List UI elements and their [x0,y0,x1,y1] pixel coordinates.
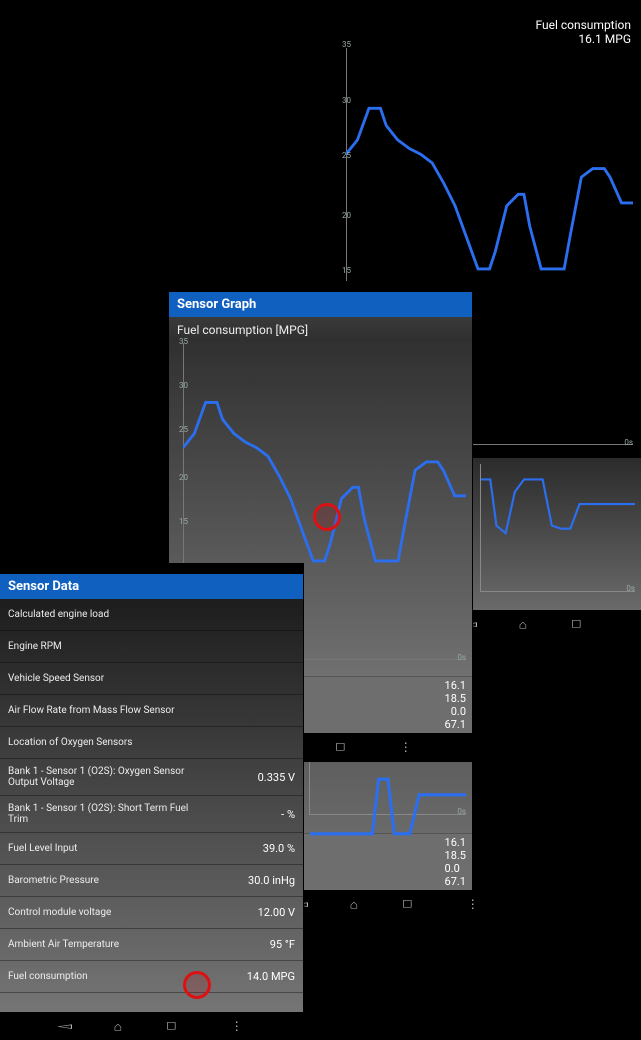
sensor-value: 0.335 V [258,771,295,784]
sensor-data-list[interactable]: Calculated engine load Engine RPM Vehicle … [0,599,303,1012]
sensor-label: Air Flow Rate from Mass Flow Sensor [8,705,175,716]
overflow-icon[interactable]: ⋮ [636,622,641,626]
sensor-value: 30.0 inHg [248,874,295,887]
sensor-label: Bank 1 - Sensor 1 (O2S): Short Term Fuel… [8,803,198,825]
sensor-row[interactable]: Barometric Pressure 30.0 inHg [0,865,303,897]
recents-icon[interactable] [402,898,403,910]
sensor-graph-title: Sensor Graph [169,292,472,317]
sensor-label: Ambient Air Temperature [8,939,119,950]
stat-value: 16.1 [445,679,466,692]
sensor-label: Fuel Level Input [8,843,77,854]
sensor-row[interactable]: Bank 1 - Sensor 1 (O2S): Short Term Fuel… [0,796,303,833]
fuel-chart-screen-mini: 0s ⋮ [472,458,641,638]
sensor-data-screen: Sensor Data Calculated engine load Engine… [0,564,303,1040]
stat-avg: 18.5 [445,692,466,705]
sensor-row[interactable]: Ambient Air Temperature 95 °F [0,929,303,961]
home-icon[interactable] [350,897,358,911]
stat-min: 0.0 [445,705,466,718]
sensor-label: Calculated engine load [8,609,109,620]
sensor-label: Fuel consumption [8,971,88,982]
sensor-row[interactable]: Air Flow Rate from Mass Flow Sensor [0,695,303,727]
status-bar [169,282,472,292]
recents-icon[interactable] [335,741,336,753]
x-tick-end: 0s [626,584,635,593]
sensor-value: - % [281,808,295,821]
home-icon[interactable] [114,1019,122,1033]
status-bar [338,0,641,14]
chart-current-value: 16.1 MPG [348,32,631,46]
chart-line [481,464,635,618]
android-nav-bar: ⋮ [0,1012,303,1040]
recents-icon[interactable] [571,618,572,630]
chart-title: Fuel consumption [348,18,631,32]
sensor-row[interactable]: Bank 1 - Sensor 1 (O2S): Oxygen Sensor O… [0,759,303,796]
sensor-row[interactable]: Engine RPM [0,631,303,663]
x-tick-end: 0s [457,653,466,662]
sensor-row[interactable]: Calculated engine load [0,599,303,631]
sensor-value: 14.0 MPG [247,970,295,983]
status-bar [0,564,303,574]
sensor-row[interactable]: Vehicle Speed Sensor [0,663,303,695]
sensor-label: Barometric Pressure [8,875,99,886]
sensor-row[interactable]: Location of Oxygen Sensors [0,727,303,759]
chart-header: Fuel consumption 16.1 MPG [338,14,641,48]
x-tick-end: 0s [624,438,633,447]
sensor-value: 95 °F [270,938,295,951]
overflow-icon[interactable]: ⋮ [231,1024,243,1028]
sensor-row[interactable]: Fuel consumption 14.0 MPG [0,961,303,993]
sensor-value: 39.0 % [263,842,295,855]
sensor-row[interactable]: Fuel Level Input 39.0 % [0,833,303,865]
sensor-row[interactable]: Control module voltage 12.00 V [0,897,303,929]
stat-max: 67.1 [445,718,466,731]
sensor-label: Engine RPM [8,641,62,652]
overflow-icon[interactable]: ⋮ [400,745,412,749]
sensor-label: Vehicle Speed Sensor [8,673,104,684]
sensor-label: Bank 1 - Sensor 1 (O2S): Oxygen Sensor O… [8,766,198,788]
back-icon[interactable] [57,1021,72,1032]
chart-line [310,748,466,904]
mini-chart[interactable]: 0s [472,458,641,610]
sensor-label: Location of Oxygen Sensors [8,737,132,748]
sensor-label: Control module voltage [8,907,111,918]
sensor-data-title: Sensor Data [0,574,303,599]
home-icon[interactable] [519,617,527,631]
overflow-icon[interactable]: ⋮ [467,902,479,906]
recents-icon[interactable] [166,1020,167,1032]
sensor-graph-subtitle: Fuel consumption [MPG] [169,317,472,339]
sensor-value: 12.00 V [258,906,295,919]
